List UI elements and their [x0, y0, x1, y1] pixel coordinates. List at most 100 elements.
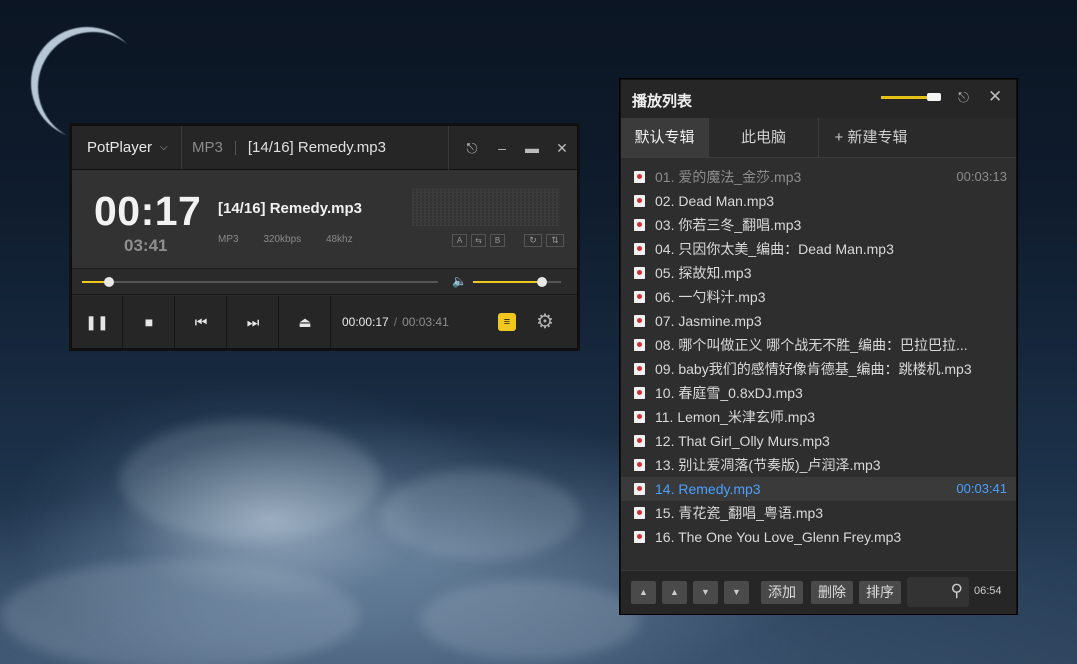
audio-file-icon [634, 459, 645, 471]
move-top-button[interactable]: ▲ [631, 581, 656, 604]
list-item[interactable]: 05. 探故知.mp3 [621, 261, 1016, 285]
list-item[interactable]: 09. baby我们的感情好像肯德基_编曲：跳楼机.mp3 [621, 357, 1016, 381]
audio-file-icon [634, 291, 645, 303]
format-label: MP3 [192, 139, 223, 156]
list-item[interactable]: 08. 哪个叫做正义 哪个战无不胜_编曲：巴拉巴拉... [621, 333, 1016, 357]
playlist-header[interactable]: 播放列表 ⎋ ✕ [621, 80, 1016, 118]
list-item[interactable]: 06. 一勺料汁.mp3 [621, 285, 1016, 309]
list-item-duration: 00:03:41 [956, 481, 1007, 496]
wallpaper-cloud [0, 560, 360, 664]
add-button[interactable]: 添加 [761, 581, 803, 604]
stop-button[interactable]: ■ [124, 296, 175, 348]
next-icon: ⏭ [246, 313, 260, 330]
close-icon[interactable]: ✕ [988, 87, 1002, 107]
list-item-duration: 00:03:13 [956, 169, 1007, 184]
playlist-icon: ≡ [503, 316, 511, 328]
playlist-title: 播放列表 [632, 93, 693, 110]
eject-button[interactable]: ⏏ [280, 296, 331, 348]
meta-bitrate: 320kbps [263, 234, 302, 245]
window-title: [14/16] Remedy.mp3 [247, 139, 386, 156]
list-item[interactable]: 02. Dead Man.mp3 [621, 189, 1016, 213]
player-titlebar[interactable]: PotPlayer ⌵ MP3 [14/16] Remedy.mp3 ⎋ – ▬… [72, 126, 577, 170]
wallpaper-cloud [120, 420, 380, 540]
track-meta: MP3 320kbps 48khz [218, 234, 375, 245]
audio-file-icon [634, 507, 645, 519]
seek-row: 🔈 [72, 269, 577, 295]
list-item-title: 02. Dead Man.mp3 [655, 193, 775, 209]
pause-icon: ❚❚ [85, 313, 109, 330]
move-bottom-button[interactable]: ▼ [724, 581, 749, 604]
b-point-icon[interactable]: B [490, 234, 505, 247]
pin-icon[interactable]: ⎋ [958, 89, 969, 106]
next-button[interactable]: ⏭ [228, 296, 279, 348]
sort-button[interactable]: 排序 [859, 581, 901, 604]
settings-button[interactable]: ⚙ [536, 309, 554, 334]
move-top-icon: ▲ [639, 587, 648, 597]
shuffle-icon[interactable]: ⇅ [546, 234, 564, 247]
list-item-title: 14. Remedy.mp3 [655, 481, 761, 497]
meta-samplerate: 48khz [325, 234, 353, 245]
loop-icon[interactable]: ↻ [524, 234, 542, 247]
list-item[interactable]: 14. Remedy.mp3 00:03:41 [621, 477, 1016, 501]
search-field[interactable]: ⚲ [907, 577, 969, 607]
search-icon: ⚲ [950, 581, 963, 600]
window-controls: ⎋ – ▬ ✕ [448, 126, 577, 170]
list-item[interactable]: 10. 春庭雪_0.8xDJ.mp3 [621, 381, 1016, 405]
list-item-title: 15. 青花瓷_翻唱_粤语.mp3 [655, 505, 824, 521]
move-up-button[interactable]: ▲ [662, 581, 687, 604]
list-item[interactable]: 13. 别让爱凋落(节奏版)_卢润泽.mp3 [621, 453, 1016, 477]
list-item[interactable]: 03. 你若三冬_翻唱.mp3 [621, 213, 1016, 237]
audio-file-icon [634, 531, 645, 543]
seek-bar[interactable] [82, 277, 438, 287]
pause-button[interactable]: ❚❚ [72, 296, 123, 348]
tab-this-pc[interactable]: 此电脑 [709, 118, 819, 158]
mode-controls: ↻ ⇅ [524, 234, 568, 247]
audio-file-icon [634, 195, 645, 207]
tab-new-album[interactable]: + 新建专辑 [819, 118, 923, 158]
playlist-opacity-handle[interactable] [927, 93, 941, 101]
duration-time[interactable]: 03:41 [124, 236, 167, 256]
list-item[interactable]: 11. Lemon_米津玄师.mp3 [621, 405, 1016, 429]
meta-format: MP3 [218, 234, 239, 245]
track-title: [14/16] Remedy.mp3 [218, 200, 362, 217]
list-item-title: 07. Jasmine.mp3 [655, 313, 762, 329]
wallpaper-cloud [380, 470, 580, 560]
pin-icon[interactable]: ⎋ [457, 140, 487, 157]
ab-repeat-icon[interactable]: ⇆ [471, 234, 486, 247]
tab-default-album[interactable]: 默认专辑 [621, 118, 709, 158]
time-display[interactable]: 00:00:17 / 00:03:41 [342, 315, 449, 329]
audio-file-icon [634, 315, 645, 327]
list-item[interactable]: 15. 青花瓷_翻唱_粤语.mp3 [621, 501, 1016, 525]
list-item[interactable]: 07. Jasmine.mp3 [621, 309, 1016, 333]
maximize-icon[interactable]: ▬ [517, 140, 547, 156]
delete-button[interactable]: 删除 [811, 581, 853, 604]
a-point-icon[interactable]: A [452, 234, 467, 247]
brand-label: PotPlayer [87, 139, 153, 156]
list-item[interactable]: 04. 只因你太美_编曲：Dead Man.mp3 [621, 237, 1016, 261]
list-item-title: 13. 别让爱凋落(节奏版)_卢润泽.mp3 [655, 457, 881, 473]
previous-icon: ⏮ [194, 313, 208, 330]
playlist-items: 01. 爱的魔法_金莎.mp3 00:03:13 02. Dead Man.mp3 0… [621, 165, 1016, 549]
move-bottom-icon: ▼ [732, 587, 741, 597]
volume-icon[interactable]: 🔈 [452, 274, 467, 288]
list-item[interactable]: 12. That Girl_Olly Murs.mp3 [621, 429, 1016, 453]
time-separator: / [393, 315, 398, 329]
volume-slider[interactable] [473, 277, 561, 287]
move-down-button[interactable]: ▼ [693, 581, 718, 604]
volume-handle[interactable] [536, 277, 547, 287]
title-separator [234, 140, 236, 155]
seek-handle[interactable] [104, 277, 115, 287]
brand-menu[interactable]: PotPlayer ⌵ [72, 126, 182, 169]
list-item[interactable]: 01. 爱的魔法_金莎.mp3 00:03:13 [621, 165, 1016, 189]
audio-file-icon [634, 219, 645, 231]
eject-icon: ⏏ [298, 313, 312, 330]
close-icon[interactable]: ✕ [547, 140, 577, 157]
playlist-toggle-button[interactable]: ≡ [498, 313, 516, 331]
minimize-icon[interactable]: – [487, 140, 517, 156]
list-item[interactable]: 16. The One You Love_Glenn Frey.mp3 [621, 525, 1016, 549]
list-item-title: 12. That Girl_Olly Murs.mp3 [655, 433, 830, 449]
total-time: 00:03:41 [402, 315, 449, 329]
stop-icon: ■ [144, 314, 154, 330]
previous-button[interactable]: ⏮ [176, 296, 227, 348]
list-item-title: 06. 一勺料汁.mp3 [655, 289, 766, 305]
